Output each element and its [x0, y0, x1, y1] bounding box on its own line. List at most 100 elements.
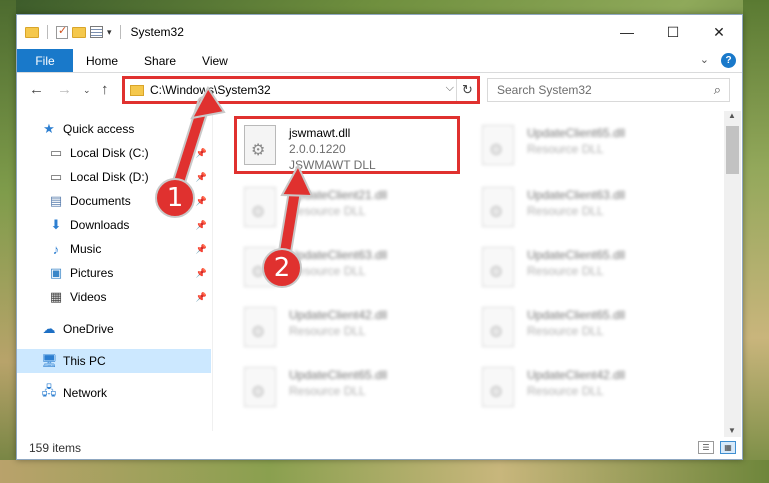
minimize-button[interactable]: —: [604, 15, 650, 49]
file-meta: UpdateClient21.dll Resource DLL: [289, 187, 387, 241]
sidebar-item-music[interactable]: ♪ Music 📌: [17, 237, 211, 261]
pane-divider: [212, 111, 213, 431]
up-arrow-icon[interactable]: ↑: [101, 81, 109, 98]
documents-icon: ▤: [49, 193, 63, 208]
dll-file-icon: [482, 247, 514, 287]
file-description: Resource DLL: [527, 264, 604, 278]
sidebar-item-label: Music: [70, 242, 102, 256]
navigation-pane: ★ Quick access ▭ Local Disk (C:) 📌 ▭ Loc…: [17, 111, 212, 431]
file-item[interactable]: UpdateClient65.dll Resource DLL: [476, 119, 706, 179]
recent-locations-chevron-icon[interactable]: ⌄: [83, 85, 91, 96]
search-icon[interactable]: ⌕: [714, 82, 721, 98]
back-arrow-icon[interactable]: ←: [29, 81, 44, 98]
file-description: Resource DLL: [527, 142, 604, 156]
sidebar-item-label: Network: [63, 386, 108, 400]
toolbar-separator: [119, 25, 121, 39]
pin-icon: 📌: [195, 147, 207, 158]
folder-icon: [25, 26, 39, 38]
star-icon: ★: [43, 121, 55, 136]
file-name: UpdateClient65.dll: [289, 368, 388, 382]
file-meta: UpdateClient65.dll Resource DLL: [289, 367, 387, 421]
file-meta: UpdateClient63.dll Resource DLL: [289, 247, 387, 301]
status-bar: 159 items ☰ ▦: [17, 437, 742, 459]
search-placeholder: Search System32: [497, 83, 592, 97]
sidebar-item-label: Documents: [70, 194, 131, 208]
step-1-badge: 1: [155, 178, 195, 218]
file-item[interactable]: UpdateClient65.dll Resource DLL: [238, 361, 468, 421]
dll-file-icon: [482, 307, 514, 347]
sidebar-item-label: This PC: [63, 354, 106, 368]
scroll-down-icon[interactable]: ▼: [728, 426, 736, 435]
expand-ribbon-icon[interactable]: ⌄: [700, 53, 709, 68]
file-description: Resource DLL: [289, 264, 366, 278]
tab-view[interactable]: View: [189, 49, 241, 72]
tiles-view-icon[interactable]: ▦: [720, 441, 736, 454]
scrollbar-thumb[interactable]: [726, 126, 739, 174]
forward-arrow-icon[interactable]: →: [57, 81, 72, 98]
pin-icon: 📌: [195, 291, 207, 302]
file-item[interactable]: UpdateClient42.dll Resource DLL: [476, 361, 706, 421]
file-meta: UpdateClient65.dll Resource DLL: [527, 247, 625, 301]
sidebar-item-this-pc[interactable]: 🖥 This PC: [17, 349, 211, 373]
help-icon[interactable]: ?: [721, 53, 736, 68]
sidebar-item-local-disk-c[interactable]: ▭ Local Disk (C:) 📌: [17, 141, 211, 165]
maximize-button[interactable]: ☐: [650, 15, 696, 49]
sidebar-item-label: Quick access: [63, 122, 135, 136]
customize-toolbar-dropdown-icon[interactable]: ▾: [107, 27, 112, 38]
new-folder-icon[interactable]: [72, 26, 86, 38]
tab-home[interactable]: Home: [73, 49, 131, 72]
computer-icon: 🖥: [41, 353, 58, 368]
sidebar-item-onedrive[interactable]: ☁ OneDrive: [17, 317, 211, 341]
file-highlight: [234, 116, 460, 174]
desktop-background-left: [0, 0, 16, 483]
quick-access-toolbar: ▾: [17, 24, 125, 39]
file-name: UpdateClient63.dll: [289, 248, 388, 262]
file-item[interactable]: UpdateClient65.dll Resource DLL: [476, 241, 706, 301]
file-description: Resource DLL: [527, 204, 604, 218]
dll-file-icon: [244, 187, 276, 227]
pictures-icon: ▣: [49, 265, 63, 280]
file-description: Resource DLL: [527, 324, 604, 338]
scroll-up-icon[interactable]: ▲: [728, 111, 736, 120]
dll-file-icon: [482, 187, 514, 227]
download-icon: ⬇: [50, 217, 62, 232]
pin-icon: 📌: [195, 243, 207, 254]
file-meta: UpdateClient63.dll Resource DLL: [527, 187, 625, 241]
tab-share[interactable]: Share: [131, 49, 189, 72]
address-row: ← → ⌄ ↑ C:\Windows\System32 ⌵ ↻ Search S…: [17, 73, 742, 107]
file-name: UpdateClient65.dll: [527, 126, 626, 140]
details-view-icon[interactable]: ☰: [698, 441, 714, 454]
search-input[interactable]: Search System32 ⌕: [487, 78, 730, 102]
sidebar-item-label: Local Disk (C:): [70, 146, 149, 160]
file-explorer-window: ▾ System32 — ☐ ✕ File Home Share View ⌄ …: [16, 14, 743, 460]
title-bar: ▾ System32 — ☐ ✕: [17, 15, 742, 49]
file-description: Resource DLL: [289, 324, 366, 338]
sidebar-item-network[interactable]: 🖧 Network: [17, 381, 211, 405]
file-item[interactable]: UpdateClient42.dll Resource DLL: [238, 301, 468, 361]
file-item[interactable]: UpdateClient21.dll Resource DLL: [238, 181, 468, 241]
tab-file[interactable]: File: [17, 49, 73, 72]
file-item[interactable]: UpdateClient65.dll Resource DLL: [476, 301, 706, 361]
file-item[interactable]: UpdateClient63.dll Resource DLL: [476, 181, 706, 241]
sidebar-item-videos[interactable]: ▦ Videos 📌: [17, 285, 211, 309]
rename-icon[interactable]: [90, 26, 103, 38]
vertical-scrollbar[interactable]: ▲ ▼: [724, 111, 741, 437]
dll-file-icon: [244, 307, 276, 347]
sidebar-item-pictures[interactable]: ▣ Pictures 📌: [17, 261, 211, 285]
file-name: UpdateClient65.dll: [527, 308, 626, 322]
pin-icon: 📌: [195, 171, 207, 182]
sidebar-item-label: Pictures: [70, 266, 114, 280]
ribbon-right-controls: ⌄ ?: [700, 53, 736, 68]
window-controls: — ☐ ✕: [604, 15, 742, 49]
address-bar-highlight: [122, 76, 480, 104]
file-name: UpdateClient42.dll: [289, 308, 388, 322]
file-name: UpdateClient21.dll: [289, 188, 388, 202]
file-description: Resource DLL: [527, 384, 604, 398]
close-button[interactable]: ✕: [696, 15, 742, 49]
sidebar-item-label: Downloads: [70, 218, 130, 232]
sidebar-item-quick-access[interactable]: ★ Quick access: [17, 117, 211, 141]
dll-file-icon: [482, 125, 514, 165]
properties-check-icon[interactable]: [56, 24, 68, 39]
desktop-background-right: [743, 0, 769, 483]
toolbar-separator: [47, 25, 48, 39]
